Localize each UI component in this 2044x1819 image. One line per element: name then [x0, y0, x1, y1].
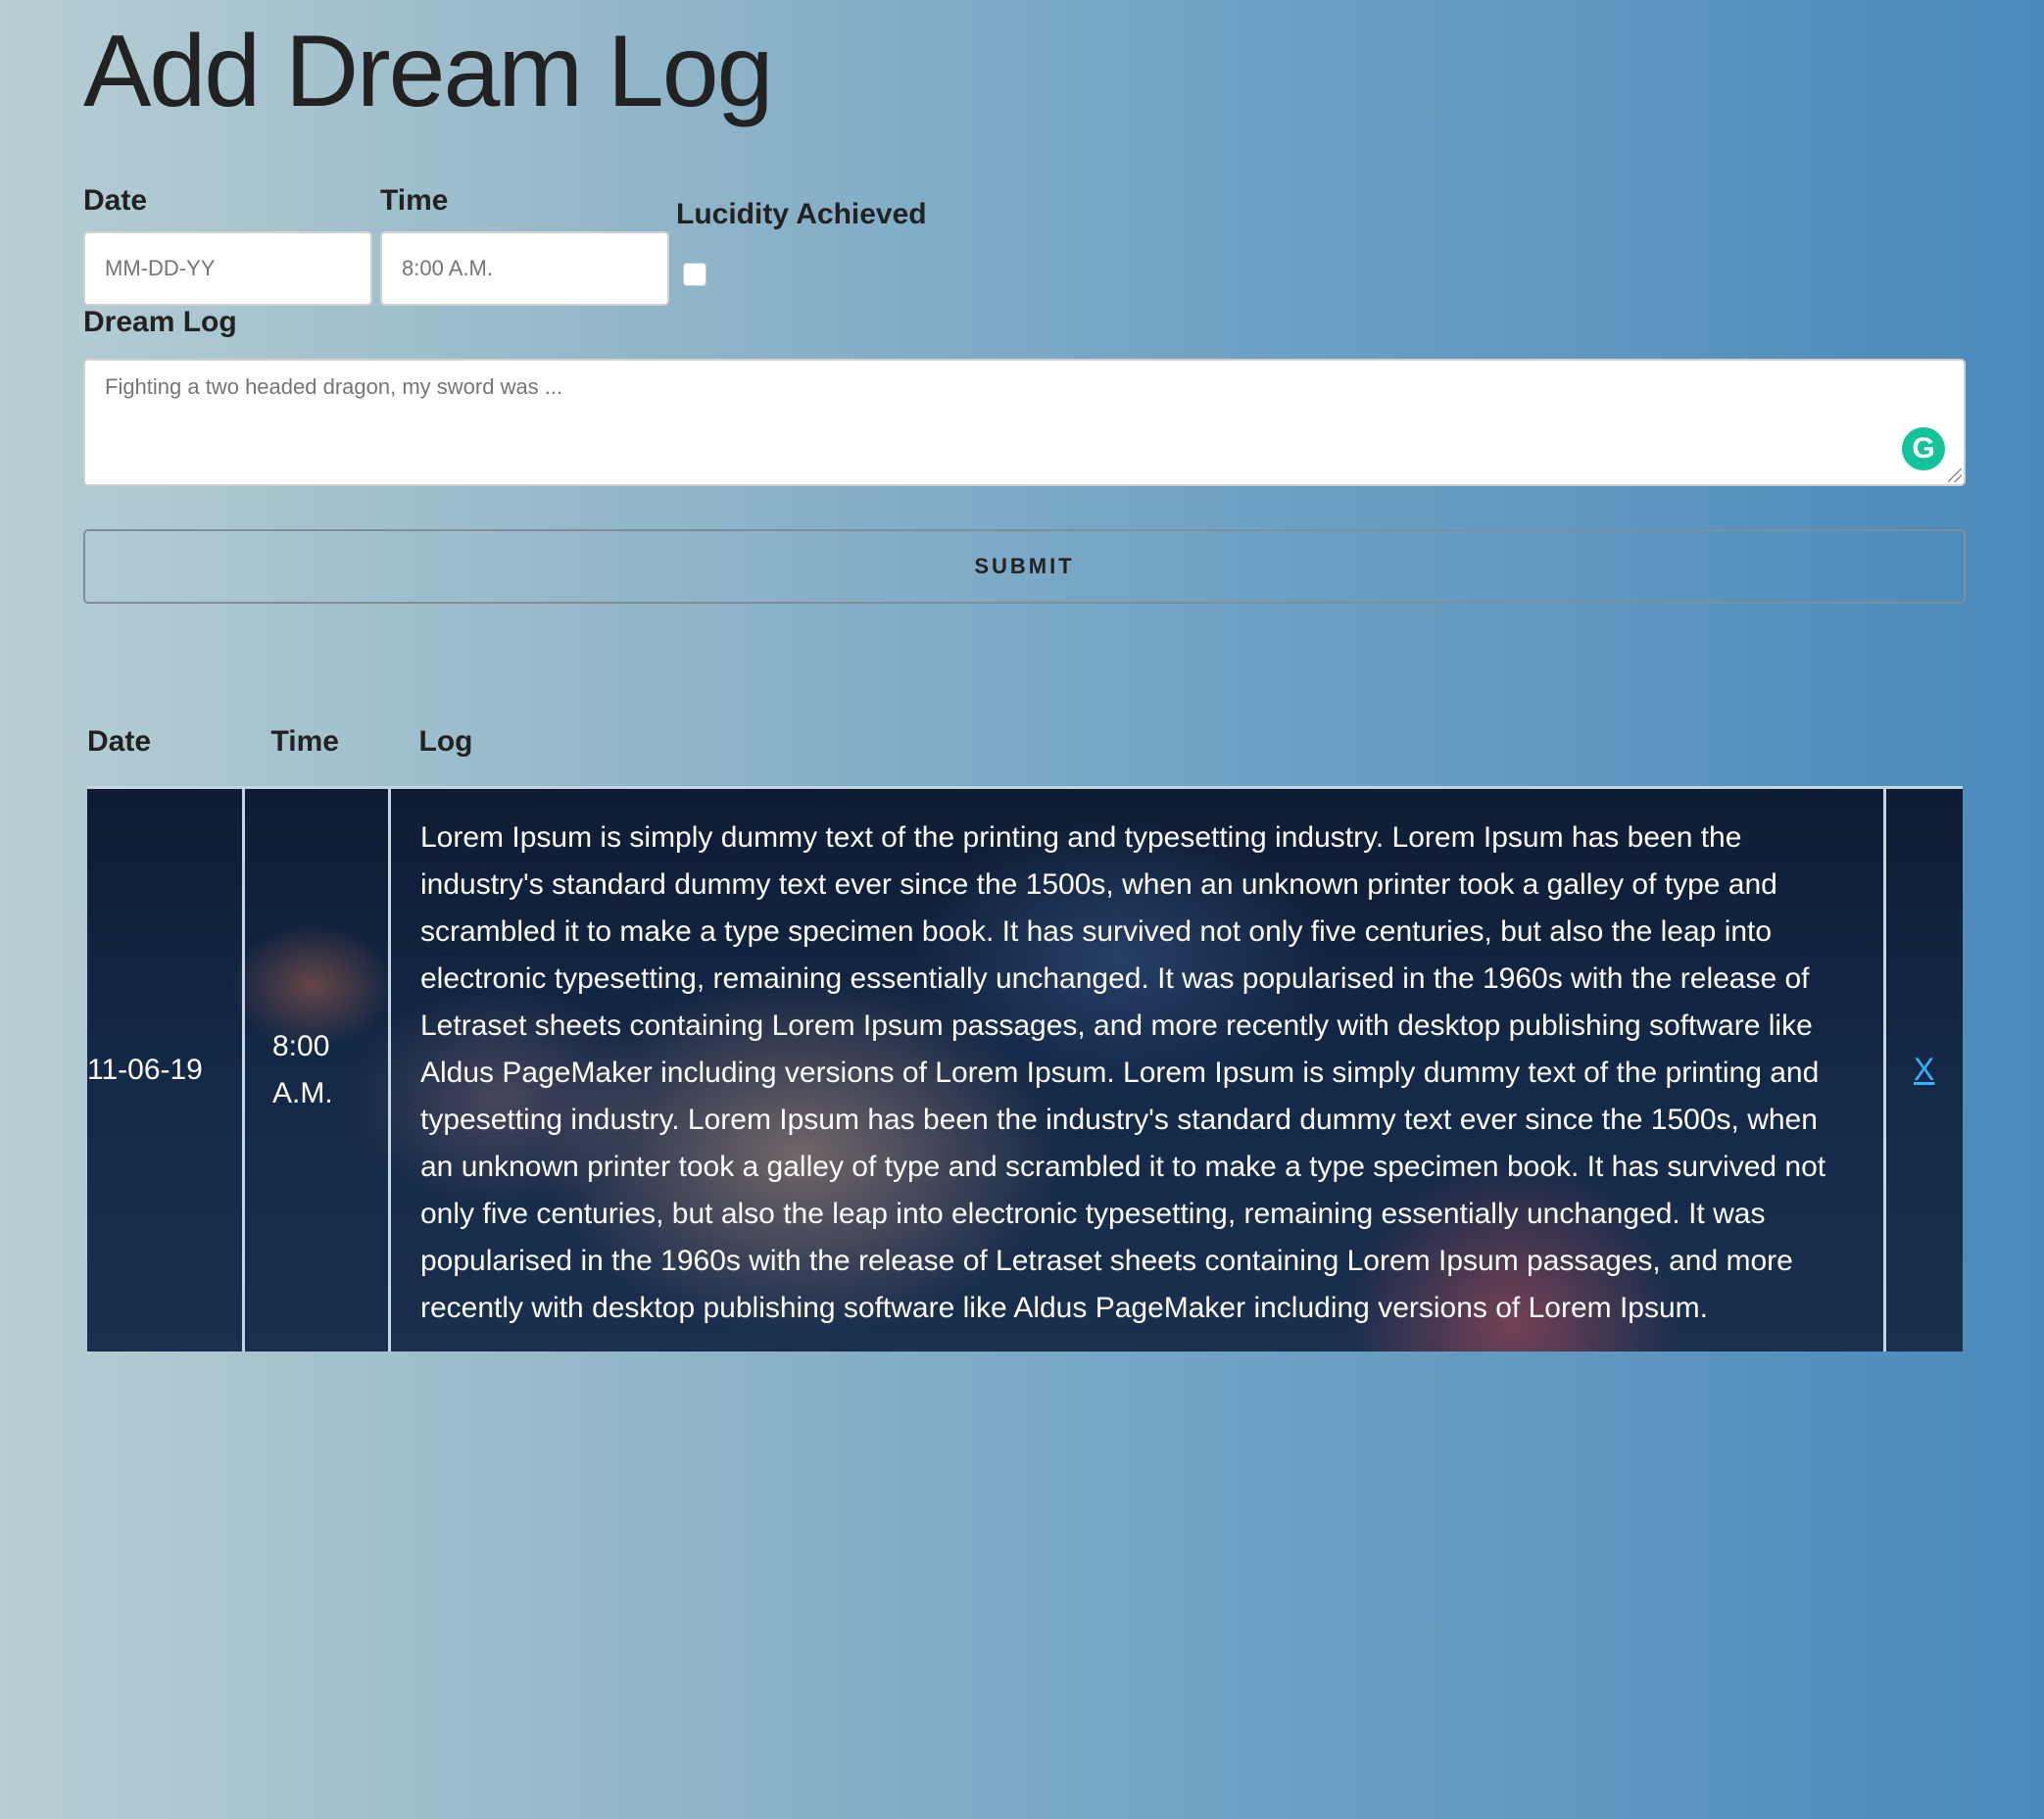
column-header-log: Log: [418, 725, 473, 758]
delete-entry-link[interactable]: X: [1914, 1052, 1934, 1087]
table-row: 11-06-19 8:00 A.M. Lorem Ipsum is simply…: [87, 786, 1963, 1352]
column-header-time: Time: [270, 725, 339, 758]
lucidity-checkbox[interactable]: [683, 263, 706, 286]
grammarly-icon[interactable]: G: [1902, 427, 1945, 470]
row-log: Lorem Ipsum is simply dummy text of the …: [388, 786, 1885, 1352]
submit-button[interactable]: SUBMIT: [83, 529, 1966, 604]
resize-handle-icon[interactable]: [1948, 468, 1962, 482]
date-time-lucidity-row: Date Time Lucidity Achieved: [83, 129, 1966, 306]
time-label: Time: [380, 184, 449, 217]
dream-log-table: Date Time Log 11-06-19 8:00 A.M. Lorem I…: [87, 725, 1963, 1352]
page-title: Add Dream Log: [83, 15, 773, 128]
dream-log-label: Dream Log: [83, 306, 237, 338]
dream-log-field: G: [83, 359, 1966, 486]
date-input[interactable]: [83, 231, 372, 306]
dream-log-textarea[interactable]: [83, 359, 1966, 486]
row-date: 11-06-19: [87, 786, 244, 1352]
column-header-date: Date: [87, 725, 152, 758]
table-header-row: Date Time Log: [87, 725, 1963, 788]
row-actions: X: [1883, 786, 1963, 1352]
time-input[interactable]: [380, 231, 669, 306]
lucidity-label: Lucidity Achieved: [676, 198, 927, 230]
dream-log-page: Add Dream Log Date Time Lucidity Achieve…: [83, 0, 1966, 1352]
column-header-actions: [1885, 725, 1964, 788]
row-time: 8:00 A.M.: [242, 786, 390, 1352]
date-label: Date: [83, 184, 148, 217]
